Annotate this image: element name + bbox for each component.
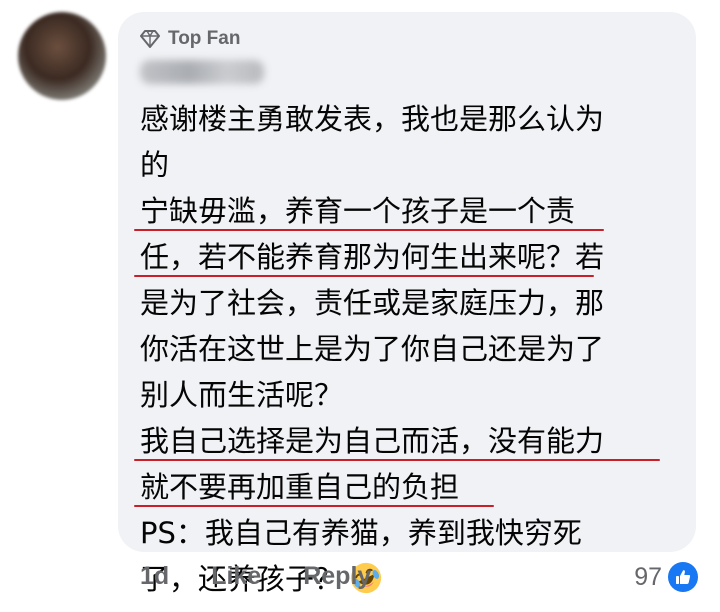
reaction-summary[interactable]: 97	[634, 562, 698, 592]
comment-line: 的	[140, 148, 170, 182]
comment-bubble: Top Fan 感谢楼主勇敢发表，我也是那么认为 的 宁缺毋滥，养育一个孩子是一…	[118, 12, 696, 596]
reply-button[interactable]: Reply	[303, 562, 371, 591]
comment-line: 是为了社会，责任或是家庭压力，那	[140, 286, 605, 320]
diamond-icon	[140, 30, 160, 48]
comment-line: 就不要再加重自己的负担	[134, 464, 688, 510]
comment-line: 任，若不能养育那为何生出来呢？若	[134, 234, 688, 280]
comment-actions: 1d Like Reply	[140, 562, 371, 591]
comment-line: 别人而生活呢？	[140, 378, 344, 412]
commenter-name-blurred[interactable]	[140, 60, 264, 84]
comment-line: 我自己选择是为自己而活，没有能力	[134, 418, 688, 464]
red-underline	[134, 505, 494, 507]
red-underline	[134, 459, 660, 461]
comment-line: 你活在这世上是为了你自己还是为了	[140, 332, 605, 366]
like-button[interactable]: Like	[211, 562, 261, 591]
comment-line: 感谢楼主勇敢发表，我也是那么认为	[140, 102, 605, 136]
reaction-count: 97	[634, 562, 662, 591]
like-thumb-icon	[668, 562, 698, 592]
top-fan-badge[interactable]: Top Fan	[140, 28, 240, 50]
badge-label: Top Fan	[168, 28, 241, 49]
comment-line: PS：我自己有养猫，养到我快穷死	[140, 516, 582, 550]
red-underline	[134, 275, 594, 277]
comment-line: 宁缺毋滥，养育一个孩子是一个责	[134, 188, 688, 234]
comment-timestamp[interactable]: 1d	[140, 562, 169, 591]
comment-text: 感谢楼主勇敢发表，我也是那么认为 的 宁缺毋滥，养育一个孩子是一个责 任，若不能…	[134, 96, 688, 602]
red-underline	[134, 229, 604, 231]
commenter-avatar[interactable]	[18, 12, 106, 100]
